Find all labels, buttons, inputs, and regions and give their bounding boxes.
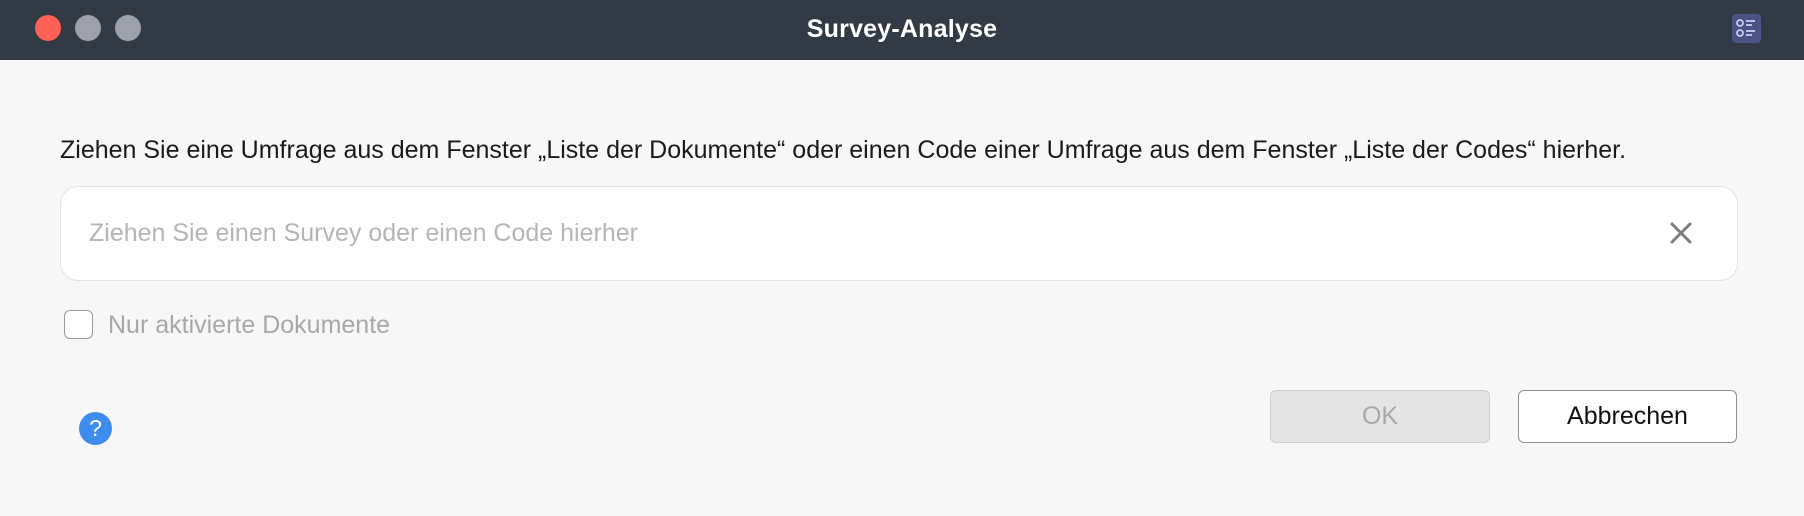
cancel-button[interactable]: Abbrechen [1518, 390, 1737, 443]
only-activated-documents-checkbox[interactable] [64, 310, 93, 339]
survey-drop-input[interactable] [89, 187, 1639, 280]
only-activated-documents-label: Nur aktivierte Dokumente [108, 311, 391, 339]
ok-button[interactable]: OK [1270, 390, 1490, 443]
question-mark-icon: ? [89, 415, 102, 441]
title-bar: Survey-Analyse [0, 0, 1804, 60]
window-title: Survey-Analyse [806, 15, 998, 43]
help-button[interactable]: ? [79, 412, 112, 445]
survey-analysis-dialog: Survey-Analyse Ziehen Sie eine Umfrage a… [0, 0, 1804, 516]
close-icon [1670, 222, 1692, 244]
clear-button[interactable] [1664, 216, 1698, 250]
list-settings-icon [1736, 19, 1755, 37]
list-settings-button[interactable] [1732, 14, 1761, 43]
survey-drop-zone[interactable] [60, 186, 1738, 281]
instruction-text: Ziehen Sie eine Umfrage aus dem Fenster … [60, 136, 1627, 164]
